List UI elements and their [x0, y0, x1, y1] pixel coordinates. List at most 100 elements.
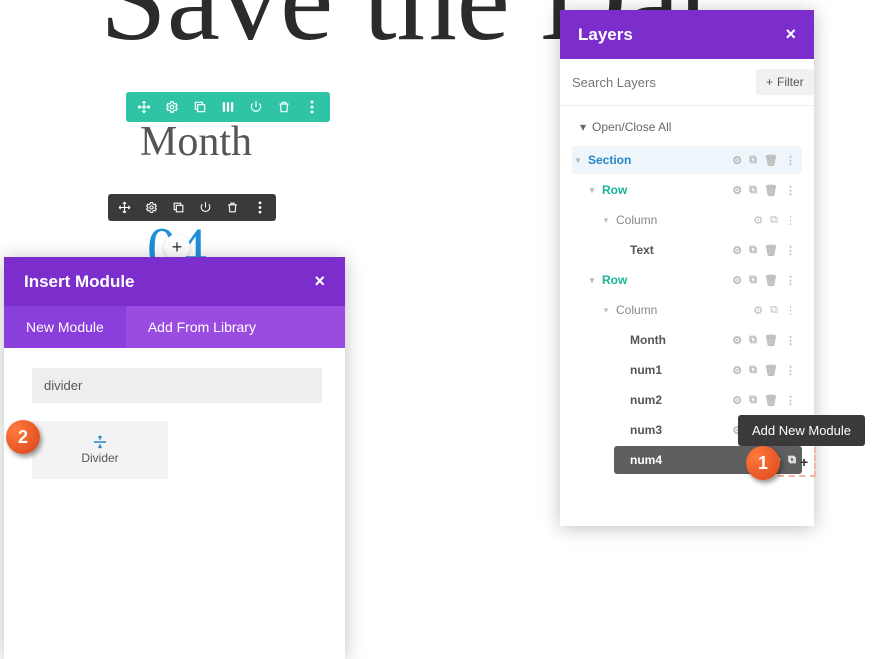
- module-option-label: Divider: [81, 451, 118, 465]
- more-icon[interactable]: [252, 200, 267, 215]
- open-close-all[interactable]: ▾ Open/Close All: [572, 116, 802, 144]
- move-icon[interactable]: [136, 99, 152, 115]
- layer-row[interactable]: ▾ Row ⚙ ⧉ 🗑 ⋮: [586, 266, 802, 294]
- layer-row[interactable]: ▾ Row ⚙ ⧉ 🗑 ⋮: [586, 176, 802, 204]
- gear-icon[interactable]: ⚙: [732, 334, 742, 347]
- layer-section[interactable]: ▾ Section ⚙ ⧉ 🗑 ⋮: [572, 146, 802, 174]
- layer-label: Row: [598, 183, 732, 197]
- layer-column[interactable]: ▾ Column ⚙ ⧉ ⋮: [600, 296, 802, 324]
- module-search-input[interactable]: [32, 368, 322, 403]
- duplicate-icon[interactable]: ⧉: [749, 364, 757, 377]
- layers-search-input[interactable]: [572, 75, 748, 90]
- columns-icon[interactable]: [220, 99, 236, 115]
- gear-icon[interactable]: ⚙: [753, 214, 763, 227]
- insert-module-header: Insert Module ×: [4, 257, 345, 306]
- layer-label: Text: [626, 243, 732, 257]
- drop-target-indicator: [778, 447, 816, 477]
- more-icon[interactable]: ⋮: [785, 214, 796, 227]
- duplicate-icon[interactable]: ⧉: [749, 154, 757, 167]
- duplicate-icon[interactable]: ⧉: [749, 274, 757, 287]
- gear-icon[interactable]: ⚙: [732, 274, 742, 287]
- layer-label: Column: [612, 213, 753, 227]
- more-icon[interactable]: ⋮: [785, 334, 796, 347]
- open-close-label: Open/Close All: [592, 120, 671, 134]
- gear-icon[interactable]: ⚙: [732, 394, 742, 407]
- more-icon[interactable]: ⋮: [785, 154, 796, 167]
- insert-module-title: Insert Module: [24, 272, 135, 292]
- duplicate-icon[interactable]: ⧉: [749, 184, 757, 197]
- trash-icon[interactable]: 🗑: [764, 154, 778, 167]
- layer-module-text[interactable]: Text ⚙ ⧉ 🗑 ⋮: [614, 236, 802, 264]
- divider-icon: [91, 435, 109, 449]
- plus-icon: +: [766, 75, 773, 89]
- layers-search-row: + Filter: [560, 59, 814, 106]
- caret-icon: ▾: [586, 275, 598, 286]
- trash-icon[interactable]: 🗑: [764, 244, 778, 257]
- caret-icon: ▾: [572, 155, 584, 166]
- power-icon[interactable]: [198, 200, 213, 215]
- filter-label: Filter: [777, 75, 804, 89]
- duplicate-icon[interactable]: [192, 99, 208, 115]
- trash-icon[interactable]: 🗑: [764, 364, 778, 377]
- tab-new-module[interactable]: New Module: [4, 306, 126, 348]
- layer-label: Row: [598, 273, 732, 287]
- close-icon[interactable]: ×: [785, 24, 796, 45]
- more-icon[interactable]: [304, 99, 320, 115]
- layer-module-num2[interactable]: num2 ⚙ ⧉ 🗑 ⋮: [614, 386, 802, 414]
- layers-title: Layers: [578, 25, 633, 45]
- duplicate-icon[interactable]: ⧉: [749, 334, 757, 347]
- gear-icon[interactable]: ⚙: [732, 184, 742, 197]
- more-icon[interactable]: ⋮: [785, 364, 796, 377]
- trash-icon[interactable]: [276, 99, 292, 115]
- module-option-divider[interactable]: Divider: [32, 421, 168, 479]
- layer-label: num2: [626, 393, 732, 407]
- caret-icon: ▾: [580, 120, 586, 134]
- insert-module-tabs: New Module Add From Library: [4, 306, 345, 348]
- trash-icon[interactable]: 🗑: [764, 394, 778, 407]
- caret-icon: ▾: [600, 305, 612, 316]
- gear-icon[interactable]: ⚙: [732, 364, 742, 377]
- duplicate-icon[interactable]: ⧉: [770, 214, 778, 227]
- annotation-callout-1: 1: [746, 446, 780, 480]
- trash-icon[interactable]: [225, 200, 240, 215]
- power-icon[interactable]: [248, 99, 264, 115]
- move-icon[interactable]: [117, 200, 132, 215]
- layers-panel: Layers × + Filter ▾ Open/Close All ▾ Secti…: [560, 10, 814, 526]
- layer-label: Section: [584, 153, 732, 167]
- layer-module-num1[interactable]: num1 ⚙ ⧉ 🗑 ⋮: [614, 356, 802, 384]
- caret-icon: ▾: [600, 215, 612, 226]
- layer-label: Month: [626, 333, 732, 347]
- tab-add-from-library[interactable]: Add From Library: [126, 306, 278, 348]
- trash-icon[interactable]: 🗑: [764, 334, 778, 347]
- more-icon[interactable]: ⋮: [785, 184, 796, 197]
- gear-icon[interactable]: ⚙: [732, 154, 742, 167]
- duplicate-icon[interactable]: ⧉: [749, 244, 757, 257]
- more-icon[interactable]: ⋮: [785, 244, 796, 257]
- layer-column[interactable]: ▾ Column ⚙ ⧉ ⋮: [600, 206, 802, 234]
- add-new-module-tooltip: Add New Module: [738, 415, 865, 446]
- trash-icon[interactable]: 🗑: [764, 184, 778, 197]
- layer-label: num1: [626, 363, 732, 377]
- layer-label: num3: [626, 423, 732, 437]
- more-icon[interactable]: ⋮: [785, 394, 796, 407]
- duplicate-icon[interactable]: ⧉: [749, 394, 757, 407]
- insert-module-panel: Insert Module × New Module Add From Libr…: [4, 257, 345, 659]
- layer-module-month[interactable]: Month ⚙ ⧉ 🗑 ⋮: [614, 326, 802, 354]
- filter-button[interactable]: + Filter: [756, 69, 814, 95]
- more-icon[interactable]: ⋮: [785, 304, 796, 317]
- layer-label: Column: [612, 303, 753, 317]
- gear-icon[interactable]: ⚙: [732, 244, 742, 257]
- more-icon[interactable]: ⋮: [785, 274, 796, 287]
- duplicate-icon[interactable]: ⧉: [770, 304, 778, 317]
- close-icon[interactable]: ×: [314, 271, 325, 292]
- gear-icon[interactable]: [144, 200, 159, 215]
- add-module-plus-icon[interactable]: +: [800, 454, 808, 470]
- gear-icon[interactable]: [164, 99, 180, 115]
- gear-icon[interactable]: ⚙: [753, 304, 763, 317]
- month-heading: Month: [140, 118, 252, 166]
- duplicate-icon[interactable]: [171, 200, 186, 215]
- trash-icon[interactable]: 🗑: [764, 274, 778, 287]
- annotation-callout-2: 2: [6, 420, 40, 454]
- caret-icon: ▾: [586, 185, 598, 196]
- layers-header: Layers ×: [560, 10, 814, 59]
